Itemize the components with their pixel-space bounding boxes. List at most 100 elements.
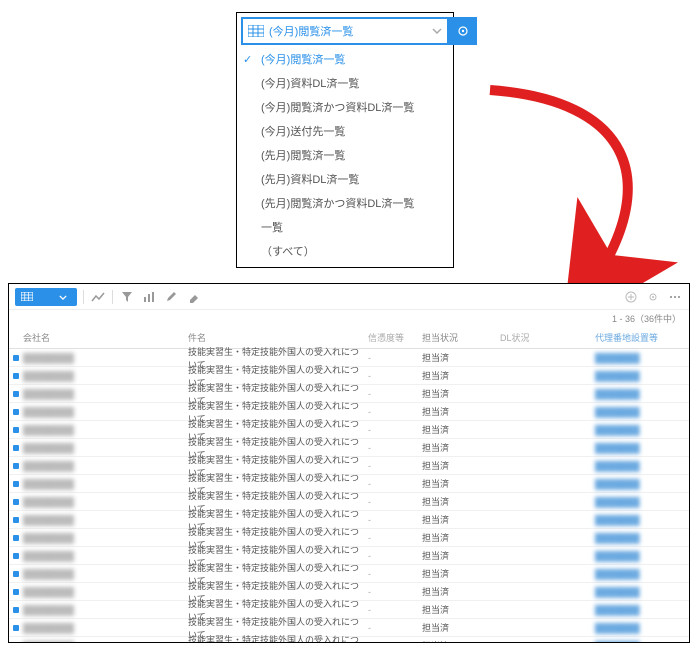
- cell-rank: -: [368, 389, 422, 399]
- row-bullet: [9, 517, 23, 523]
- cell-rank: -: [368, 605, 422, 615]
- row-bullet: [9, 373, 23, 379]
- settings-icon-button[interactable]: [449, 17, 477, 45]
- cell-rank: -: [368, 425, 422, 435]
- cell-status: 担当済: [422, 477, 500, 490]
- plus-icon[interactable]: [623, 289, 639, 305]
- col-header-status[interactable]: 担当状況: [422, 331, 500, 344]
- cell-company: ████████: [23, 461, 188, 471]
- cell-company: ████████: [23, 353, 188, 363]
- cell-rank: -: [368, 479, 422, 489]
- cell-rank: -: [368, 533, 422, 543]
- dropdown-option[interactable]: 一覧: [241, 215, 449, 239]
- dropdown-option[interactable]: (今月)閲覧済かつ資料DL済一覧: [241, 95, 449, 119]
- table-row[interactable]: ████████技能実習生・特定技能外国人の受入れについて-担当済███████: [9, 637, 689, 642]
- cell-rank: -: [368, 461, 422, 471]
- chart-line-icon[interactable]: [90, 289, 106, 305]
- cell-phone: ███████: [595, 479, 685, 489]
- cell-rank: -: [368, 623, 422, 633]
- cell-phone: ███████: [595, 497, 685, 507]
- cell-phone: ███████: [595, 641, 685, 643]
- row-bullet: [9, 571, 23, 577]
- col-header-item[interactable]: 件名: [188, 331, 368, 344]
- record-count: 1 - 36（36件中）: [9, 310, 689, 327]
- col-header-dl[interactable]: DL状況: [500, 331, 595, 344]
- col-header-company[interactable]: 会社名: [23, 331, 188, 344]
- row-bullet: [9, 625, 23, 631]
- cell-company: ████████: [23, 425, 188, 435]
- cell-company: ████████: [23, 479, 188, 489]
- cell-item: 技能実習生・特定技能外国人の受入れについて: [188, 633, 368, 643]
- row-bullet: [9, 463, 23, 469]
- cell-status: 担当済: [422, 369, 500, 382]
- cell-company: ████████: [23, 551, 188, 561]
- cell-status: 担当済: [422, 351, 500, 364]
- chevron-down-icon: [427, 28, 447, 34]
- cell-status: 担当済: [422, 585, 500, 598]
- cell-phone: ███████: [595, 371, 685, 381]
- dropdown-option[interactable]: (今月)送付先一覧: [241, 119, 449, 143]
- cell-status: 担当済: [422, 639, 500, 642]
- cell-rank: -: [368, 497, 422, 507]
- cell-rank: -: [368, 587, 422, 597]
- cell-phone: ███████: [595, 623, 685, 633]
- cell-phone: ███████: [595, 515, 685, 525]
- view-dropdown-panel: (今月)閲覧済一覧 ✓(今月)閲覧済一覧(今月)資料DL済一覧(今月)閲覧済かつ…: [236, 12, 454, 268]
- cell-status: 担当済: [422, 423, 500, 436]
- cell-company: ████████: [23, 623, 188, 633]
- cell-company: ████████: [23, 515, 188, 525]
- col-header-phone[interactable]: 代理番地設置等: [595, 331, 685, 344]
- view-dropdown-list: ✓(今月)閲覧済一覧(今月)資料DL済一覧(今月)閲覧済かつ資料DL済一覧(今月…: [241, 47, 449, 263]
- cell-phone: ███████: [595, 569, 685, 579]
- row-bullet: [9, 391, 23, 397]
- dropdown-option-label: （すべて）: [261, 243, 315, 259]
- cell-rank: -: [368, 569, 422, 579]
- cell-phone: ███████: [595, 587, 685, 597]
- filter-icon[interactable]: [119, 289, 135, 305]
- data-table: 会社名 件名 信憑度等 担当状況 DL状況 代理番地設置等 ████████技能…: [9, 327, 689, 642]
- check-icon: ✓: [243, 53, 261, 66]
- cell-status: 担当済: [422, 405, 500, 418]
- dropdown-option[interactable]: (今月)資料DL済一覧: [241, 71, 449, 95]
- cell-company: ████████: [23, 443, 188, 453]
- row-bullet: [9, 499, 23, 505]
- cell-status: 担当済: [422, 459, 500, 472]
- dropdown-option-label: 一覧: [261, 219, 283, 235]
- list-view-panel: 1 - 36（36件中） 会社名 件名 信憑度等 担当状況 DL状況 代理番地設…: [8, 283, 690, 643]
- cell-company: ████████: [23, 389, 188, 399]
- dropdown-option[interactable]: (先月)閲覧済一覧: [241, 143, 449, 167]
- dropdown-option-label: (先月)閲覧済一覧: [261, 147, 345, 163]
- cell-status: 担当済: [422, 495, 500, 508]
- row-bullet: [9, 589, 23, 595]
- more-icon[interactable]: [667, 289, 683, 305]
- row-bullet: [9, 535, 23, 541]
- dropdown-option[interactable]: （すべて）: [241, 239, 449, 263]
- row-bullet: [9, 445, 23, 451]
- pencil-icon[interactable]: [163, 289, 179, 305]
- dropdown-option[interactable]: (先月)資料DL済一覧: [241, 167, 449, 191]
- gear-icon[interactable]: [645, 289, 661, 305]
- cell-company: ████████: [23, 641, 188, 643]
- dropdown-option-label: (先月)閲覧済かつ資料DL済一覧: [261, 195, 414, 211]
- view-selector[interactable]: (今月)閲覧済一覧: [241, 17, 449, 45]
- cell-rank: -: [368, 353, 422, 363]
- dropdown-option[interactable]: ✓(今月)閲覧済一覧: [241, 47, 449, 71]
- cell-rank: -: [368, 371, 422, 381]
- bar-chart-icon[interactable]: [141, 289, 157, 305]
- dropdown-option-label: (先月)資料DL済一覧: [261, 171, 359, 187]
- cell-status: 担当済: [422, 531, 500, 544]
- row-bullet: [9, 553, 23, 559]
- eraser-icon[interactable]: [185, 289, 201, 305]
- cell-phone: ███████: [595, 551, 685, 561]
- cell-status: 担当済: [422, 441, 500, 454]
- dropdown-option[interactable]: (先月)閲覧済かつ資料DL済一覧: [241, 191, 449, 215]
- cell-company: ████████: [23, 569, 188, 579]
- view-selector-compact[interactable]: [15, 288, 77, 306]
- cell-phone: ███████: [595, 461, 685, 471]
- cell-status: 担当済: [422, 387, 500, 400]
- cell-status: 担当済: [422, 621, 500, 634]
- chevron-down-icon: [59, 292, 71, 302]
- separator: [112, 290, 113, 304]
- cell-company: ████████: [23, 533, 188, 543]
- col-header-rank[interactable]: 信憑度等: [368, 331, 422, 344]
